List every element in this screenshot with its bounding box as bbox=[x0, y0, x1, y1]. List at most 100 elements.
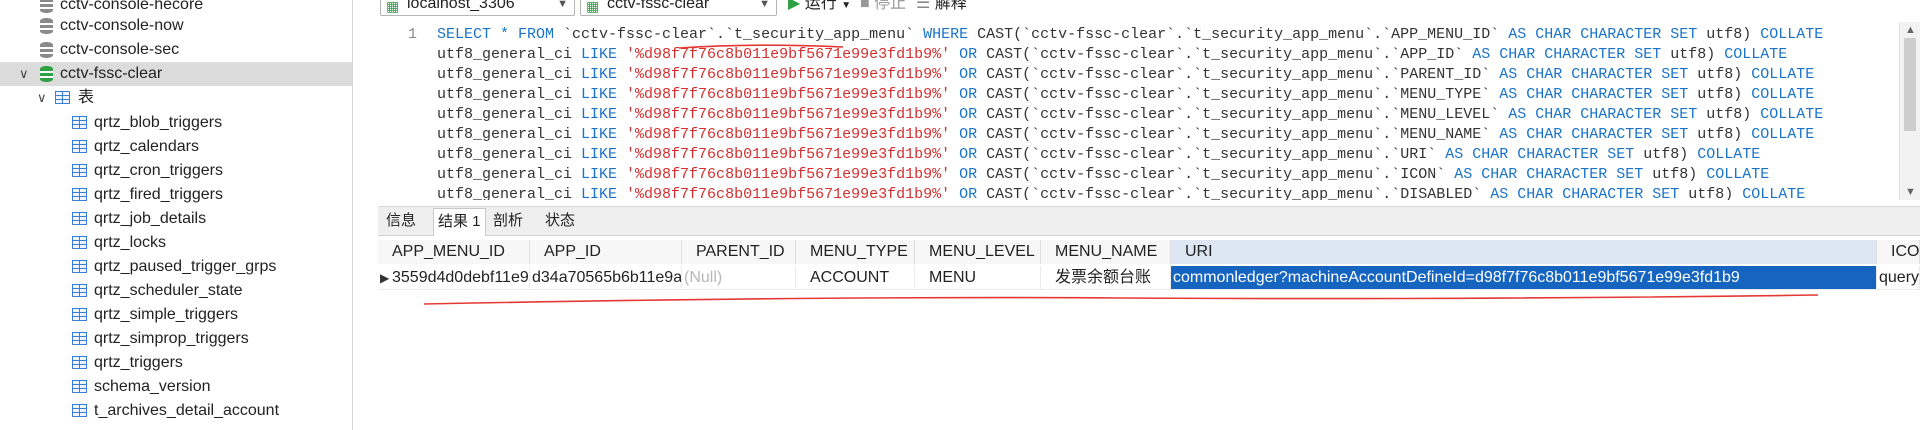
tree-item-db[interactable]: cctv-console-sec bbox=[0, 38, 352, 62]
column-header[interactable]: ICON bbox=[1877, 240, 1920, 264]
tree-item-table[interactable]: t_archives_detail_account bbox=[0, 399, 352, 423]
sql-text: utf8) bbox=[1670, 46, 1725, 63]
sql-string: '%d98f7f76c8b011e9bf5671e99e3fd1b9%' bbox=[626, 126, 960, 143]
sql-keyword: COLLATE bbox=[1760, 106, 1824, 123]
column-header[interactable]: APP_MENU_ID bbox=[378, 240, 530, 264]
table-cell[interactable]: MENU bbox=[915, 266, 1041, 290]
tree-item-table[interactable]: qrtz_triggers bbox=[0, 351, 352, 375]
sql-text: utf8_general_ci bbox=[437, 186, 582, 200]
editor-scrollbar[interactable]: ▲ ▼ bbox=[1899, 22, 1920, 200]
table-cell[interactable]: d34a70565b6b11e9a bbox=[530, 266, 682, 290]
tab-status[interactable]: 状态 bbox=[541, 208, 579, 234]
chevron-down-icon[interactable]: ∨ bbox=[19, 62, 29, 86]
stop-icon: ■ bbox=[860, 0, 870, 12]
column-header[interactable]: APP_ID bbox=[530, 240, 682, 264]
sql-text: utf8_general_ci bbox=[437, 126, 582, 143]
sql-keyword: LIKE bbox=[581, 146, 627, 163]
sql-keyword: AS CHAR CHARACTER SET bbox=[1499, 66, 1698, 83]
sql-text: CAST(`cctv-fssc-clear`.`t_security_app_m… bbox=[977, 26, 1509, 43]
tree-item-table[interactable]: qrtz_cron_triggers bbox=[0, 159, 352, 183]
sql-text: CAST(`cctv-fssc-clear`.`t_security_app_m… bbox=[986, 186, 1491, 200]
sql-keyword: OR bbox=[959, 166, 987, 183]
sql-line[interactable]: utf8_general_ci LIKE '%d98f7f76c8b011e9b… bbox=[437, 85, 1901, 105]
stop-button[interactable]: ■ 停止 bbox=[860, 0, 906, 14]
sql-keyword: LIKE bbox=[581, 66, 627, 83]
table-cell-selected[interactable]: commonledger?machineAccountDefineId=d98f… bbox=[1171, 266, 1877, 290]
sql-line[interactable]: utf8_general_ci LIKE '%d98f7f76c8b011e9b… bbox=[437, 65, 1901, 85]
tree-item-table[interactable]: qrtz_locks bbox=[0, 231, 352, 255]
sql-line[interactable]: utf8_general_ci LIKE '%d98f7f76c8b011e9b… bbox=[437, 185, 1901, 200]
tree-item-db-selected[interactable]: ∨ cctv-fssc-clear bbox=[0, 62, 352, 86]
tree-item-table[interactable]: qrtz_blob_triggers bbox=[0, 111, 352, 135]
sql-line[interactable]: utf8_general_ci LIKE '%d98f7f76c8b011e9b… bbox=[437, 105, 1901, 125]
sql-line[interactable]: SELECT * FROM `cctv-fssc-clear`.`t_secur… bbox=[437, 25, 1901, 45]
tab-result-1[interactable]: 结果 1 bbox=[433, 208, 486, 236]
tree-item-table[interactable]: qrtz_job_details bbox=[0, 207, 352, 231]
table-cell[interactable]: ACCOUNT bbox=[796, 266, 915, 290]
sql-code[interactable]: SELECT * FROM `cctv-fssc-clear`.`t_secur… bbox=[437, 25, 1901, 200]
tree-item-table[interactable]: schema_version bbox=[0, 375, 352, 399]
column-header[interactable]: MENU_TYPE bbox=[796, 240, 915, 264]
sql-text: CAST(`cctv-fssc-clear`.`t_security_app_m… bbox=[986, 106, 1509, 123]
database-icon: ▦ bbox=[586, 0, 600, 14]
tree-item-db[interactable]: cctv-console-now bbox=[0, 14, 352, 38]
explain-button[interactable]: ☰ 解释 bbox=[916, 0, 967, 14]
column-header[interactable]: PARENT_ID bbox=[682, 240, 796, 264]
sql-text: utf8_general_ci bbox=[437, 86, 582, 103]
scroll-up-icon[interactable]: ▲ bbox=[1905, 24, 1916, 36]
sql-keyword: COLLATE bbox=[1751, 126, 1815, 143]
sql-text: utf8_general_ci bbox=[437, 46, 582, 63]
sql-text: utf8) bbox=[1688, 186, 1743, 200]
explain-icon: ☰ bbox=[916, 0, 931, 12]
column-header[interactable]: MENU_LEVEL bbox=[915, 240, 1041, 264]
sql-keyword: LIKE bbox=[581, 186, 627, 200]
annotation-underline bbox=[423, 294, 1819, 305]
sql-keyword: COLLATE bbox=[1760, 26, 1824, 43]
table-cell[interactable]: 3559d4d0debf11e9b bbox=[378, 266, 530, 290]
tree-item-table[interactable]: qrtz_scheduler_state bbox=[0, 279, 352, 303]
database-select[interactable]: ▦ cctv-fssc-clear ▼ bbox=[580, 0, 777, 16]
sql-text: CAST(`cctv-fssc-clear`.`t_security_app_m… bbox=[986, 166, 1455, 183]
query-toolbar: ▦ localhost_3306 ▼ ▦ cctv-fssc-clear ▼ ▶… bbox=[378, 0, 1920, 16]
sql-text: utf8_general_ci bbox=[437, 146, 582, 163]
run-button[interactable]: ▶ 运行 ▼ bbox=[788, 0, 851, 16]
tab-profile[interactable]: 剖析 bbox=[489, 208, 527, 234]
tree-item-table[interactable]: qrtz_simprop_triggers bbox=[0, 327, 352, 351]
sql-line[interactable]: utf8_general_ci LIKE '%d98f7f76c8b011e9b… bbox=[437, 125, 1901, 145]
sql-line[interactable]: utf8_general_ci LIKE '%d98f7f76c8b011e9b… bbox=[437, 45, 1901, 65]
table-icon bbox=[72, 212, 87, 225]
sql-string: '%d98f7f76c8b011e9bf5671e99e3fd1b9%' bbox=[626, 86, 960, 103]
tree-item-table[interactable]: qrtz_calendars bbox=[0, 135, 352, 159]
result-tabs: 信息 结果 1 剖析 状态 bbox=[378, 206, 1920, 236]
sql-text: CAST(`cctv-fssc-clear`.`t_security_app_m… bbox=[986, 86, 1500, 103]
sql-keyword: AS CHAR CHARACTER SET bbox=[1508, 26, 1707, 43]
column-header[interactable]: MENU_NAME bbox=[1041, 240, 1171, 264]
sql-string: '%d98f7f76c8b011e9bf5671e99e3fd1b9%' bbox=[626, 146, 960, 163]
sql-keyword: LIKE bbox=[581, 46, 627, 63]
tree-group-tables[interactable]: ∨ 表 bbox=[0, 86, 352, 110]
sql-text: utf8) bbox=[1643, 146, 1698, 163]
sql-keyword: LIKE bbox=[581, 86, 627, 103]
connection-icon: ▦ bbox=[386, 0, 400, 14]
chevron-down-icon[interactable]: ∨ bbox=[37, 86, 47, 110]
tree-item-table[interactable]: qrtz_paused_trigger_grps bbox=[0, 255, 352, 279]
tab-info[interactable]: 信息 bbox=[382, 208, 420, 234]
scroll-down-icon[interactable]: ▼ bbox=[1905, 186, 1916, 198]
scrollbar-thumb[interactable] bbox=[1904, 38, 1916, 131]
sql-keyword: OR bbox=[959, 106, 987, 123]
sql-editor[interactable]: 1 SELECT * FROM `cctv-fssc-clear`.`t_sec… bbox=[378, 22, 1920, 200]
table-cell[interactable]: query bbox=[1877, 266, 1920, 290]
tree-item-table[interactable]: qrtz_simple_triggers bbox=[0, 303, 352, 327]
result-grid: APP_MENU_ID APP_ID PARENT_ID MENU_TYPE M… bbox=[378, 238, 1920, 430]
connection-select[interactable]: ▦ localhost_3306 ▼ bbox=[380, 0, 575, 16]
table-cell[interactable]: 发票余额台账 bbox=[1041, 266, 1171, 290]
sql-line[interactable]: utf8_general_ci LIKE '%d98f7f76c8b011e9b… bbox=[437, 145, 1901, 165]
column-header-selected[interactable]: URI bbox=[1171, 240, 1877, 264]
sql-text: CAST(`cctv-fssc-clear`.`t_security_app_m… bbox=[986, 146, 1446, 163]
sql-keyword: COLLATE bbox=[1742, 186, 1806, 200]
table-icon bbox=[72, 236, 87, 249]
sql-line[interactable]: utf8_general_ci LIKE '%d98f7f76c8b011e9b… bbox=[437, 165, 1901, 185]
tree-item-table[interactable]: qrtz_fired_triggers bbox=[0, 183, 352, 207]
table-icon bbox=[72, 164, 87, 177]
table-cell-null[interactable]: (Null) bbox=[682, 266, 796, 290]
